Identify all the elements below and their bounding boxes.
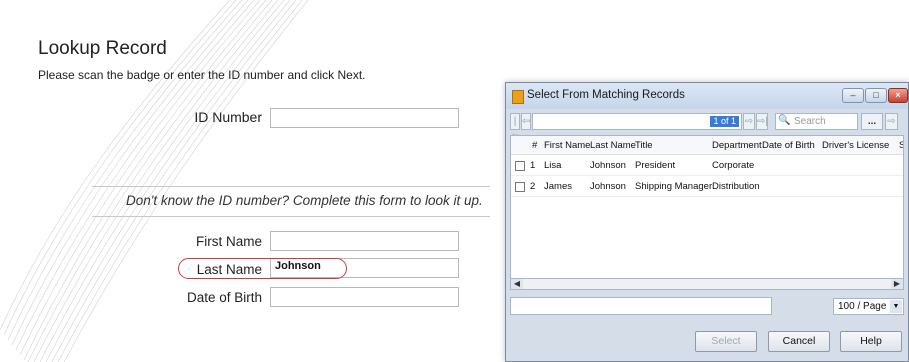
records-grid: # First Name Last Name Title Department … — [510, 135, 904, 289]
table-row[interactable]: 2 James Johnson Shipping Manager Distrib… — [511, 176, 903, 197]
col-num[interactable]: # — [532, 140, 537, 151]
minimize-button[interactable]: – — [842, 88, 864, 103]
go-arrow-icon[interactable]: ⇨ — [885, 113, 898, 130]
row-first-name: Lisa — [544, 160, 562, 171]
status-field — [510, 297, 772, 315]
next-page-icon[interactable]: ⇨ — [743, 113, 755, 130]
dob-input[interactable] — [270, 287, 459, 307]
row-last-name: Johnson — [590, 160, 626, 171]
highlight-oval — [178, 258, 347, 279]
first-name-input[interactable] — [270, 231, 459, 251]
helper-text: Don't know the ID number? Complete this … — [126, 193, 483, 208]
col-last-name[interactable]: Last Name — [590, 140, 636, 151]
select-button[interactable]: Select — [695, 331, 757, 352]
horizontal-scrollbar[interactable]: ◀ ▶ — [510, 278, 904, 290]
col-dob[interactable]: Date of Birth — [762, 140, 815, 151]
col-title[interactable]: Title — [635, 140, 653, 151]
dialog-title: Select From Matching Records — [527, 89, 685, 101]
row-title: Shipping Manager — [635, 181, 713, 192]
select-records-dialog: Select From Matching Records – □ × |⇦ ⇦ … — [505, 82, 909, 362]
app-icon — [512, 90, 524, 104]
row-number: 1 — [530, 160, 536, 171]
divider-top — [92, 186, 490, 187]
page-indicator: 1 of 1 — [710, 116, 739, 127]
row-checkbox[interactable] — [515, 161, 525, 171]
table-row[interactable]: 1 Lisa Johnson President Corporate — [511, 155, 903, 176]
row-checkbox[interactable] — [515, 182, 525, 192]
close-button[interactable]: × — [888, 88, 908, 103]
col-drivers-license[interactable]: Driver's License — [822, 140, 889, 151]
id-number-label: ID Number — [194, 109, 262, 125]
row-number: 2 — [530, 181, 536, 192]
row-department: Distribution — [712, 181, 760, 192]
page-field[interactable]: 1 of 1 — [532, 113, 742, 130]
row-title: President — [635, 160, 676, 171]
dialog-titlebar: Select From Matching Records – □ × — [506, 83, 908, 109]
divider-bottom — [92, 216, 490, 217]
dialog-toolbar: |⇦ ⇦ 1 of 1 ⇨ ⇨| Search 🔍 ... ⇨ — [510, 111, 904, 142]
row-department: Corporate — [712, 160, 755, 171]
id-number-input[interactable] — [270, 108, 459, 128]
row-last-name: Johnson — [590, 181, 626, 192]
page-title: Lookup Record — [38, 38, 167, 59]
help-button[interactable]: Help — [840, 331, 902, 352]
first-page-icon[interactable]: |⇦ — [510, 113, 520, 142]
binoculars-icon: 🔍 — [778, 115, 791, 126]
row-first-name: James — [544, 181, 572, 192]
grid-header: # First Name Last Name Title Department … — [511, 136, 903, 155]
maximize-button[interactable]: □ — [865, 88, 887, 103]
scroll-right-icon[interactable]: ▶ — [891, 279, 903, 289]
col-department[interactable]: Department — [712, 140, 762, 151]
last-page-icon[interactable]: ⇨| — [756, 113, 768, 130]
first-name-label: First Name — [195, 234, 262, 249]
intro-text: Please scan the badge or enter the ID nu… — [38, 68, 366, 82]
per-page-select[interactable]: 100 / Page ▼ — [833, 298, 904, 315]
scroll-left-icon[interactable]: ◀ — [511, 279, 523, 289]
col-first-name[interactable]: First Name — [544, 140, 590, 151]
chevron-down-icon: ▼ — [890, 300, 902, 313]
prev-page-icon[interactable]: ⇦ — [521, 113, 531, 130]
dob-label: Date of Birth — [186, 290, 262, 305]
per-page-value: 100 / Page — [838, 301, 887, 312]
cancel-button[interactable]: Cancel — [768, 331, 830, 352]
more-button[interactable]: ... — [861, 113, 883, 130]
col-s[interactable]: S — [899, 140, 903, 151]
